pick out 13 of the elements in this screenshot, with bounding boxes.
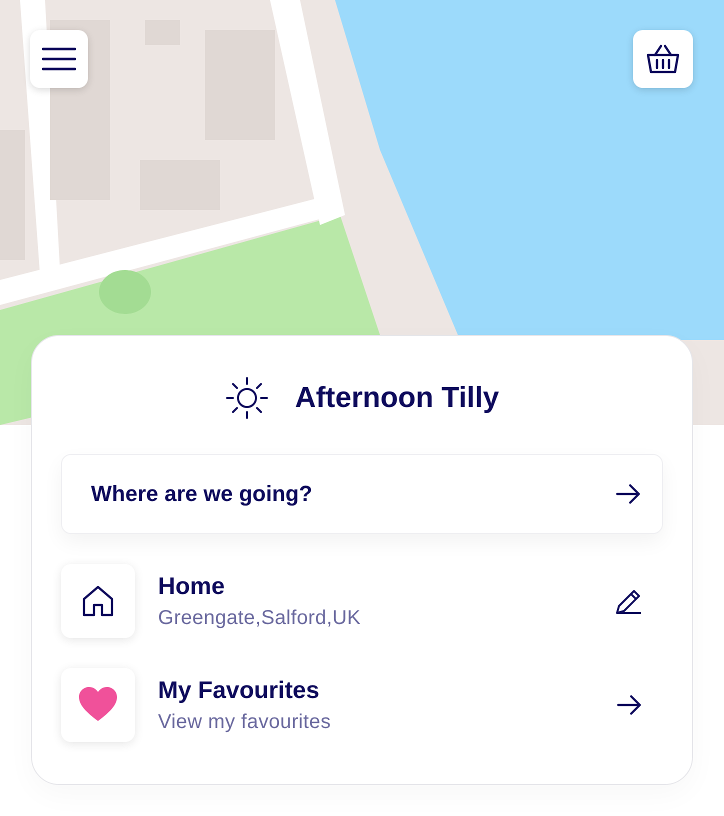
house-icon: [80, 583, 116, 619]
search-button[interactable]: Where are we going?: [61, 454, 663, 534]
place-subtitle: View my favourites: [158, 710, 332, 734]
heart-icon: [78, 687, 118, 723]
sun-icon: [224, 376, 269, 420]
place-title: Home: [158, 572, 226, 600]
basket-icon: [646, 44, 680, 74]
menu-icon: [42, 47, 76, 71]
place-subtitle: Greengate,Salford,UK: [158, 606, 362, 630]
menu-button[interactable]: [30, 30, 88, 88]
basket-button[interactable]: [633, 30, 693, 88]
greeting-title: Afternoon Tilly: [294, 382, 500, 414]
place-title: My Favourites: [158, 676, 320, 704]
